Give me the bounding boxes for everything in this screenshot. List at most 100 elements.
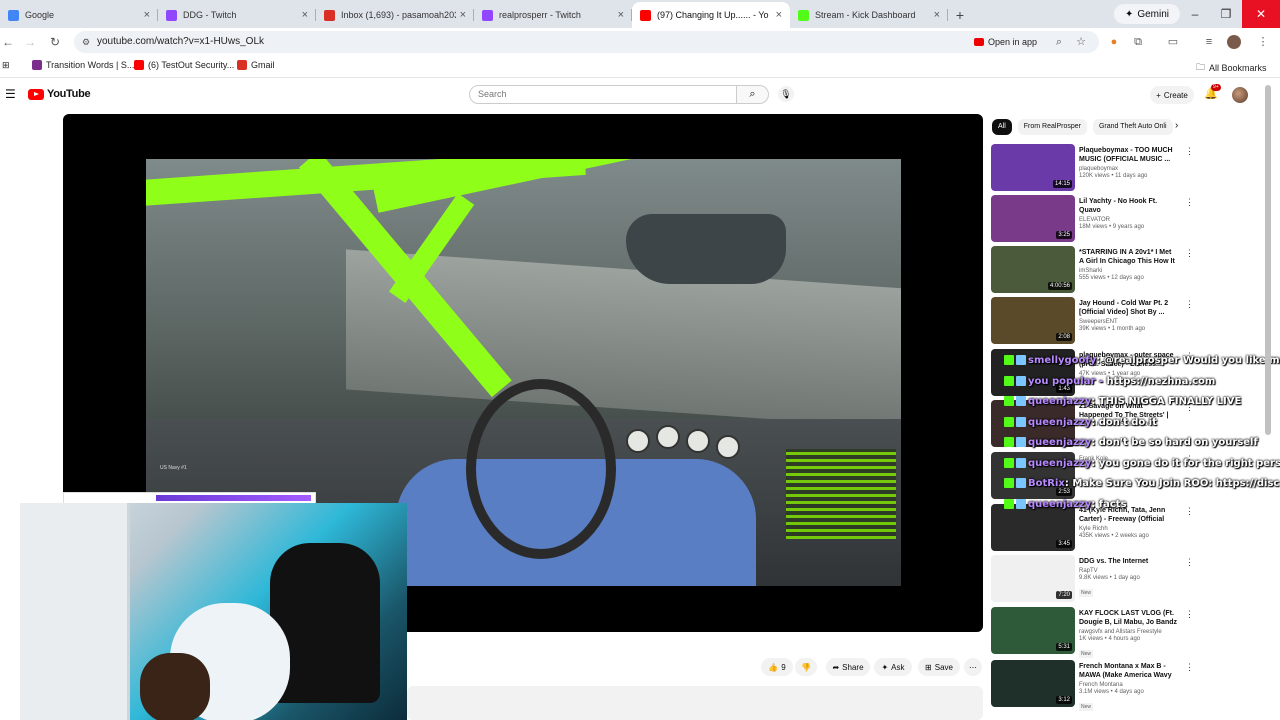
forward-icon[interactable]: →	[22, 34, 38, 50]
more-options-icon[interactable]: ⋮	[1185, 662, 1194, 673]
bookmark-item[interactable]: (6) TestOut Security...	[134, 60, 234, 70]
tab-close-icon[interactable]: ×	[460, 9, 466, 21]
chevron-right-icon[interactable]: ›	[1175, 120, 1178, 131]
more-options-icon[interactable]: ⋮	[1185, 248, 1194, 259]
recommended-video[interactable]: 2:08 Jay Hound - Cold War Pt. 2 [Official…	[991, 297, 1194, 345]
tab-search-icon[interactable]: ▭	[1166, 35, 1180, 49]
recommended-video[interactable]: 3:45 41 (Kyle Richh, Tata, Jenn Carter) -…	[991, 504, 1194, 552]
more-options-icon[interactable]: ⋮	[1185, 557, 1194, 568]
channel-name[interactable]: French Montana	[1079, 682, 1177, 688]
recommended-video[interactable]: 14:15 Plaqueboymax - TOO MUCH MUSIC (OFFI…	[991, 144, 1194, 192]
more-options-icon[interactable]: ⋮	[1185, 146, 1194, 157]
search-button[interactable]: ⌕	[737, 85, 769, 104]
recommended-video[interactable]: 5:31 KAY FLOCK LAST VLOG (Ft. Dougie B, L…	[991, 607, 1194, 658]
video-thumbnail[interactable]: 7:20	[991, 555, 1075, 602]
channel-name[interactable]: imSharki	[1079, 268, 1177, 274]
hamburger-menu-icon[interactable]: ☰	[5, 87, 16, 101]
bookmark-item[interactable]: Transition Words | S...	[32, 60, 134, 70]
more-options-icon[interactable]: ⋮	[1185, 299, 1194, 310]
tab-close-icon[interactable]: ×	[776, 9, 782, 21]
apps-grid-icon[interactable]: ⊞	[2, 60, 10, 71]
browser-tab[interactable]: realprosperr - Twitch ×	[474, 2, 632, 28]
account-avatar[interactable]	[1232, 87, 1248, 103]
create-button[interactable]: + Create	[1150, 86, 1194, 104]
bookmark-star-icon[interactable]: ☆	[1074, 35, 1088, 49]
video-title[interactable]: Jay Hound - Cold War Pt. 2 [Official Vid…	[1079, 299, 1177, 317]
recommended-video[interactable]: 3:25 Lil Yachty - No Hook Ft. Quavo ELEVAT…	[991, 195, 1194, 243]
site-info-icon[interactable]: ⚙	[82, 31, 90, 53]
channel-name[interactable]: SweepersENT	[1079, 319, 1177, 325]
more-options-icon[interactable]: ⋮	[1185, 402, 1194, 413]
zoom-icon[interactable]: ⌕	[1052, 35, 1066, 49]
video-title[interactable]: KAY FLOCK LAST VLOG (Ft. Dougie B, Lil M…	[1079, 609, 1177, 627]
recommended-video[interactable]: 3:12 French Montana x Max B - MAWA (Make …	[991, 660, 1194, 711]
tab-close-icon[interactable]: ×	[618, 9, 624, 21]
tab-close-icon[interactable]: ×	[302, 9, 308, 21]
video-thumbnail[interactable]: 14:15	[991, 144, 1075, 191]
video-title[interactable]: 21 Savage on What Happened To The Street…	[1079, 402, 1177, 420]
video-title[interactable]: Plaqueboymax - TOO MUCH MUSIC (OFFICIAL …	[1079, 146, 1177, 164]
browser-tab[interactable]: Stream - Kick Dashboard ×	[790, 2, 948, 28]
video-title[interactable]: plaqueboymax - outer space (prod. Sauce)…	[1079, 351, 1177, 369]
filter-chip[interactable]: Grand Theft Auto Onli	[1092, 119, 1173, 135]
gemini-button[interactable]: ✦ Gemini	[1114, 4, 1180, 24]
more-actions-icon[interactable]: ⋯	[964, 658, 982, 676]
reload-icon[interactable]: ↻	[47, 34, 63, 50]
video-thumbnail[interactable]: 3:45	[991, 504, 1075, 551]
like-button[interactable]: 👍 9	[761, 658, 793, 676]
description-box[interactable]	[407, 686, 983, 720]
more-options-icon[interactable]: ⋮	[1185, 506, 1194, 517]
more-options-icon[interactable]: ⋮	[1185, 197, 1194, 208]
bookmark-item[interactable]: Gmail	[237, 60, 275, 70]
minimize-icon[interactable]: –	[1180, 0, 1210, 28]
extension-icon[interactable]: ●	[1107, 35, 1121, 49]
all-bookmarks-button[interactable]: 🗀 All Bookmarks	[1196, 60, 1267, 76]
video-title[interactable]: French Montana x Max B - MAWA (Make Amer…	[1079, 662, 1177, 680]
dislike-button[interactable]: 👎	[795, 658, 817, 676]
search-input[interactable]: Search	[469, 85, 737, 104]
video-thumbnail[interactable]: 3:25	[991, 195, 1075, 242]
video-title[interactable]: DDG vs. The Internet	[1079, 557, 1177, 566]
filter-chip[interactable]: All	[992, 119, 1012, 135]
more-options-icon[interactable]: ⋮	[1185, 454, 1194, 465]
browser-tab[interactable]: (97) Changing It Up...... - Yo ×	[632, 2, 790, 28]
browser-tab[interactable]: DDG - Twitch ×	[158, 2, 316, 28]
channel-name[interactable]: Kyle Richh	[1079, 526, 1177, 532]
recommended-video[interactable]: 4:00:56 *STARRING IN A 20v1* I Met A Girl…	[991, 246, 1194, 294]
share-button[interactable]: ➦ Share	[826, 658, 870, 676]
notifications-button[interactable]: 🔔 9+	[1204, 84, 1221, 100]
recommended-video[interactable]: 7:20 DDG vs. The Internet RapTV 9.8K views …	[991, 555, 1194, 603]
channel-name[interactable]: rawgsvfx and Allstars Freestyle	[1079, 629, 1177, 635]
video-thumbnail[interactable]: 2:08	[991, 297, 1075, 344]
channel-name[interactable]: ELEVATOR	[1079, 217, 1177, 223]
channel-name[interactable]: THE BIG FACTS NETWORK	[1079, 422, 1177, 428]
video-thumbnail[interactable]: 5:31	[991, 607, 1075, 654]
filter-chip[interactable]: From RealProsper	[1017, 119, 1087, 135]
video-thumbnail[interactable]: 4:00:56	[991, 246, 1075, 293]
window-close-icon[interactable]: ✕	[1242, 0, 1280, 28]
open-in-app-button[interactable]: Open in app	[974, 37, 1037, 47]
tab-close-icon[interactable]: ×	[934, 9, 940, 21]
video-thumbnail[interactable]: 1:43	[991, 349, 1075, 396]
video-title[interactable]: 41 (Kyle Richh, Tata, Jenn Carter) - Fre…	[1079, 506, 1177, 524]
video-thumbnail[interactable]	[991, 400, 1075, 447]
tab-close-icon[interactable]: ×	[144, 9, 150, 21]
restore-icon[interactable]: ❐	[1211, 0, 1241, 28]
video-title[interactable]: Lil Yachty - No Hook Ft. Quavo	[1079, 197, 1177, 215]
browser-menu-icon[interactable]: ⋮	[1256, 35, 1270, 49]
browser-tab[interactable]: Google ×	[0, 2, 158, 28]
youtube-logo[interactable]: YouTube	[28, 88, 91, 100]
extensions-puzzle-icon[interactable]: ⧉	[1131, 35, 1145, 49]
recommended-video[interactable]: 2:53 Frank Kole ⋮	[991, 452, 1194, 500]
video-thumbnail[interactable]: 3:12	[991, 660, 1075, 707]
back-icon[interactable]: ←	[0, 34, 16, 50]
channel-name[interactable]: plaqueboymax	[1079, 166, 1177, 172]
channel-name[interactable]: RapTV	[1079, 568, 1177, 574]
browser-tab[interactable]: Inbox (1,693) - pasamoah203@ ×	[316, 2, 474, 28]
more-options-icon[interactable]: ⋮	[1185, 351, 1194, 362]
recommended-video[interactable]: 1:43 plaqueboymax - outer space (prod. Sa…	[991, 349, 1194, 397]
scrollbar[interactable]	[1265, 85, 1271, 435]
video-title[interactable]: *STARRING IN A 20v1* I Met A Girl In Chi…	[1079, 248, 1177, 266]
ask-button[interactable]: ✦ Ask	[874, 658, 912, 676]
channel-name[interactable]: Frank Kole	[1079, 456, 1177, 462]
